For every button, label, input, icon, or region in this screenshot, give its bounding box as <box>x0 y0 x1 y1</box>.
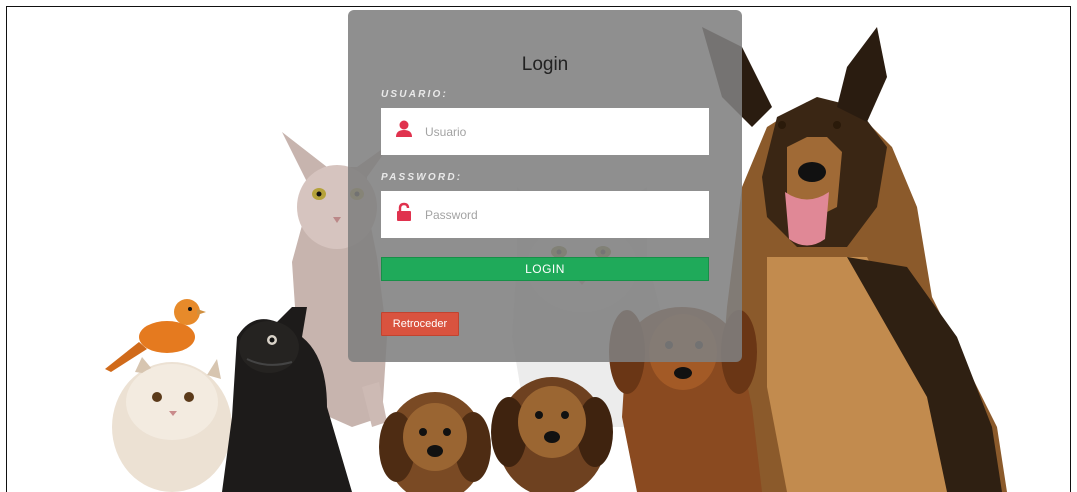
username-input[interactable] <box>423 120 697 144</box>
password-input[interactable] <box>423 203 697 227</box>
back-button[interactable]: Retroceder <box>381 312 459 336</box>
login-title: Login <box>521 54 569 75</box>
page-frame: Login USUARIO: PASSWORD: LOGIN Retrocede… <box>6 6 1071 492</box>
unlock-icon <box>397 202 411 221</box>
puppy-image <box>379 392 491 492</box>
username-field-box[interactable] <box>381 108 709 155</box>
login-button[interactable]: LOGIN <box>381 257 709 281</box>
password-field-box[interactable] <box>381 191 709 238</box>
login-panel: Login USUARIO: PASSWORD: LOGIN Retrocede… <box>348 10 742 362</box>
canary-image <box>105 299 206 372</box>
persian-kitten-image <box>112 357 232 492</box>
user-icon <box>396 120 412 137</box>
username-label: USUARIO: <box>381 89 449 100</box>
password-label: PASSWORD: <box>381 172 463 183</box>
